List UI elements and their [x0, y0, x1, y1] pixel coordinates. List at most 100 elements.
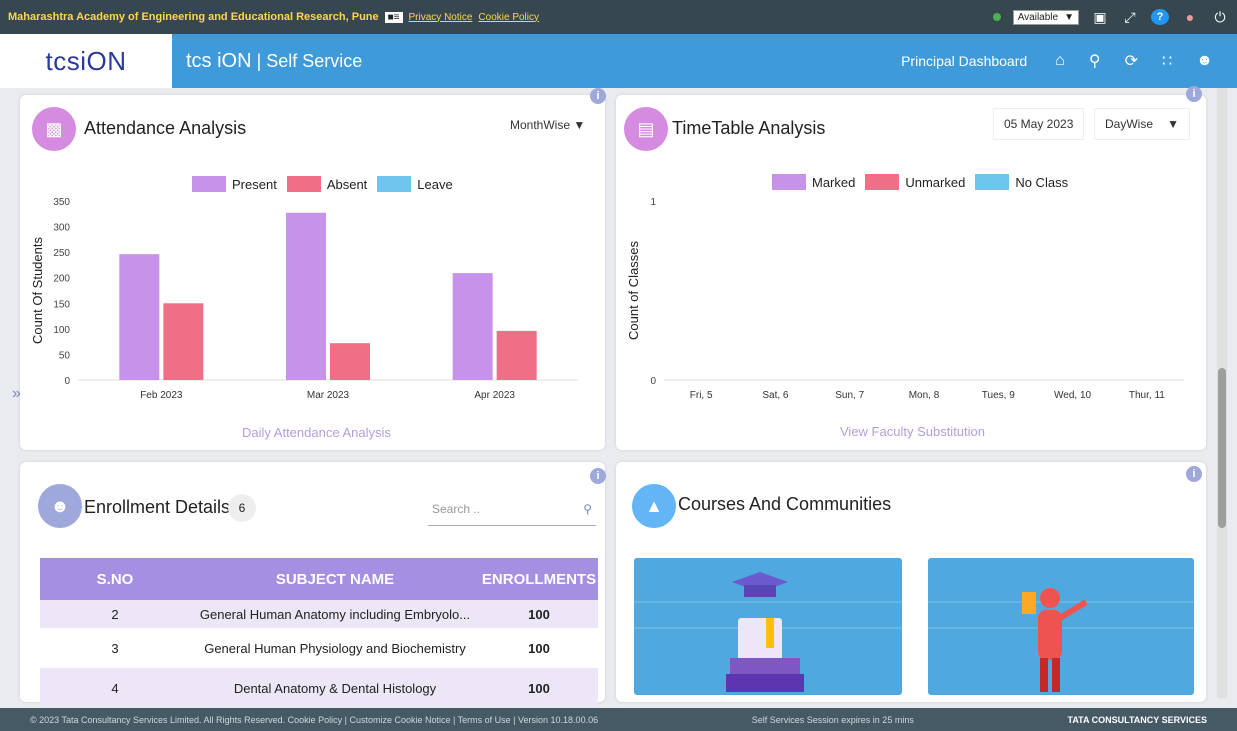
column-subject-name[interactable]: SUBJECT NAME: [190, 571, 480, 588]
availability-select[interactable]: Available ▼: [1012, 9, 1079, 25]
legend-swatch-leave: [377, 176, 412, 192]
tcs-brand: TATA CONSULTANCY SERVICES: [1067, 714, 1207, 725]
table-row[interactable]: 4 Dental Anatomy & Dental Histology 100: [40, 668, 598, 708]
enrollment-search[interactable]: Search .. ⚲: [428, 494, 596, 526]
search-icon[interactable]: ⚲: [1089, 51, 1101, 71]
page-scrollbar[interactable]: [1217, 88, 1227, 698]
row-subject: General Human Anatomy including Embryolo…: [199, 606, 471, 622]
table-row[interactable]: 2 General Human Anatomy including Embryo…: [40, 600, 598, 628]
cookie-policy-link[interactable]: Cookie Policy: [478, 12, 539, 23]
power-icon[interactable]: ⏻: [1211, 9, 1229, 26]
column-sno[interactable]: S.NO: [40, 571, 190, 588]
y-tick-label: 0: [64, 376, 70, 387]
copyright-text[interactable]: © 2023 Tata Consultancy Services Limited…: [30, 715, 598, 725]
app-name-brand: tcs iON: [186, 49, 252, 72]
status-dot-icon: [992, 13, 1001, 21]
home-icon[interactable]: ⌂: [1055, 52, 1065, 70]
attendance-legend: Present Absent Leave: [192, 176, 453, 192]
timetable-date[interactable]: 05 May 2023: [993, 108, 1085, 140]
bar-absent: [163, 303, 204, 380]
legend-leave: Leave: [417, 176, 453, 192]
logo[interactable]: tcsiON: [0, 34, 172, 88]
timetable-mode-select[interactable]: DayWise ▼: [1094, 108, 1190, 140]
x-tick-label: Feb 2023: [140, 390, 183, 401]
search-input[interactable]: Search ..: [432, 502, 480, 517]
refresh-icon[interactable]: ⟳: [1125, 51, 1138, 71]
x-tick-label: Wed, 10: [1054, 390, 1091, 401]
calendar-chart-icon: ▤: [624, 107, 668, 151]
bar-present: [119, 254, 160, 380]
apps-grid-icon[interactable]: ∷: [1162, 51, 1172, 71]
legend-marked: Marked: [812, 174, 856, 190]
column-enrollments[interactable]: ENROLLMENTS: [480, 571, 598, 588]
x-tick-label: Mar 2023: [307, 390, 350, 401]
bar-chart-icon: ▩: [32, 107, 76, 151]
x-tick-label: Sun, 7: [835, 390, 864, 401]
attendance-mode-value: MonthWise: [510, 118, 571, 132]
community-illustration-icon: [928, 588, 1194, 692]
row-sno: 4: [111, 680, 119, 696]
institution-name: Maharashtra Academy of Engineering and E…: [8, 11, 379, 23]
daily-attendance-link[interactable]: Daily Attendance Analysis: [242, 425, 391, 440]
legend-swatch-no-class: [975, 174, 1010, 190]
attendance-mode-select[interactable]: MonthWise ▼: [500, 110, 596, 140]
timetable-chart: Count of Classes 0 1 Fri, 5 Sat, 6 Sun, 7 Mon,…: [626, 197, 1184, 401]
expand-icon[interactable]: ⤢: [1121, 9, 1139, 26]
y-tick-label: 50: [59, 350, 71, 361]
enrollment-title: Enrollment Details: [84, 497, 231, 517]
y-tick-label: 350: [53, 197, 70, 208]
row-sno: 2: [111, 606, 119, 622]
availability-value: Available: [1017, 11, 1059, 23]
bar-present: [286, 212, 326, 380]
privacy-notice-link[interactable]: Privacy Notice: [409, 12, 473, 23]
user-check-icon: ☻: [38, 484, 82, 528]
graduation-cap-icon: ▲: [632, 484, 676, 528]
app-name: tcs iON | Self Service: [186, 50, 362, 73]
legend-unmarked: Unmarked: [905, 174, 966, 190]
y-tick-label: 150: [53, 299, 70, 310]
courses-title: Courses And Communities: [678, 494, 892, 514]
legend-absent: Absent: [326, 176, 368, 192]
communities-tile[interactable]: [928, 558, 1194, 695]
row-subject: General Human Physiology and Biochemistr…: [204, 640, 466, 656]
row-enrollments: 100: [528, 640, 550, 656]
user-icon[interactable]: ☻: [1196, 52, 1213, 70]
table-row[interactable]: 3 General Human Physiology and Biochemis…: [40, 628, 598, 668]
help-icon[interactable]: ?: [1151, 9, 1169, 25]
search-icon[interactable]: ⚲: [583, 502, 592, 517]
info-icon[interactable]: i: [590, 468, 606, 484]
scrollbar-thumb[interactable]: [1218, 368, 1226, 528]
camera-icon[interactable]: ▣: [1091, 9, 1109, 26]
logo-left: tcs: [45, 45, 81, 76]
x-tick-label: Thur, 11: [1129, 390, 1165, 401]
legend-swatch-marked: [772, 174, 806, 190]
timetable-title: TimeTable Analysis: [672, 118, 826, 138]
info-icon[interactable]: i: [1186, 86, 1202, 102]
bar-absent: [496, 330, 537, 380]
logo-right: iON: [80, 45, 127, 76]
info-icon[interactable]: i: [1186, 466, 1202, 482]
y-tick-label: 200: [53, 274, 70, 285]
notification-icon[interactable]: ●: [1181, 9, 1199, 25]
row-enrollments: 100: [528, 606, 550, 622]
enrollment-count-badge: 6: [228, 494, 256, 522]
row-subject: Dental Anatomy & Dental Histology: [233, 680, 437, 696]
x-tick-label: Mon, 8: [909, 390, 940, 401]
x-tick-label: Tues, 9: [982, 390, 1015, 401]
id-card-icon[interactable]: ■≡: [384, 11, 403, 23]
timetable-legend: Marked Unmarked No Class: [772, 174, 1068, 190]
legend-swatch-present: [192, 176, 226, 192]
y-tick-label: 100: [53, 325, 70, 336]
session-expiry: Self Services Session expires in 25 mins: [751, 714, 914, 725]
row-sno: 3: [111, 640, 119, 656]
enrollment-table-header: S.NO SUBJECT NAME ENROLLMENTS: [40, 558, 598, 600]
y-tick-label: 300: [53, 223, 70, 234]
faculty-substitution-link[interactable]: View Faculty Substitution: [840, 424, 985, 439]
courses-tile[interactable]: [634, 558, 902, 695]
footer-bar: © 2023 Tata Consultancy Services Limited…: [0, 708, 1237, 731]
x-tick-label: Fri, 5: [690, 390, 713, 401]
timetable-mode-value: DayWise: [1105, 117, 1154, 131]
course-illustration-icon: [634, 572, 902, 692]
expand-sidebar-icon[interactable]: »: [12, 385, 21, 403]
info-icon[interactable]: i: [590, 88, 606, 104]
